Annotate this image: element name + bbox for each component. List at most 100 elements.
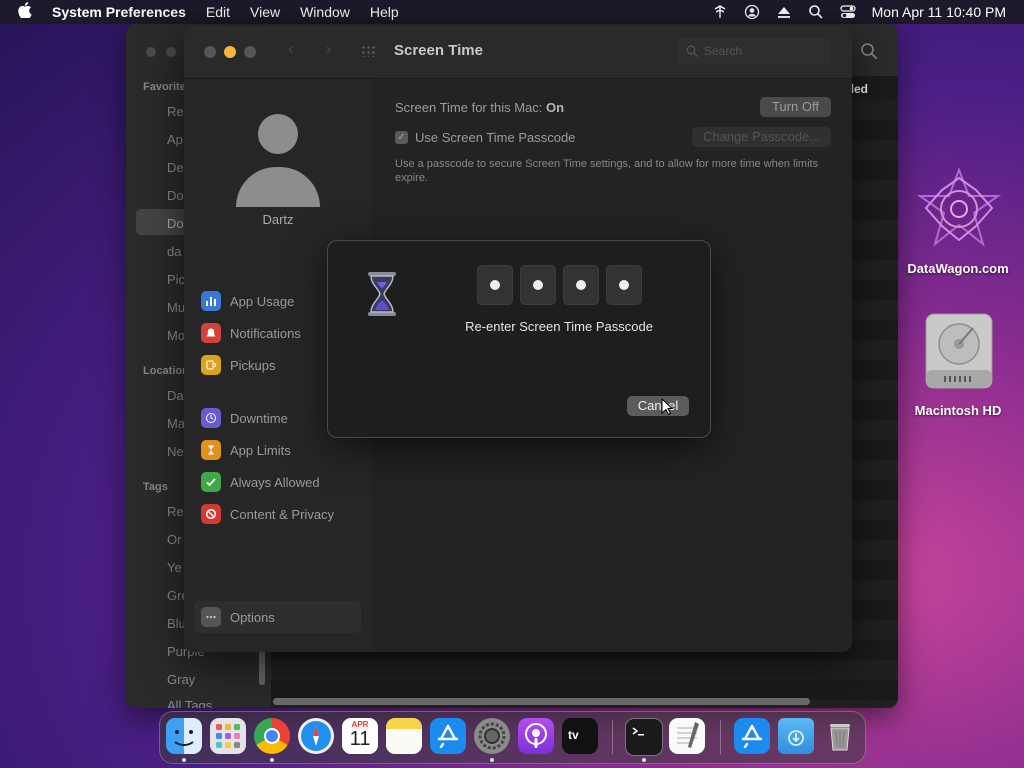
sidebar-item[interactable]: Re <box>167 104 184 119</box>
apple-icon[interactable] <box>18 2 40 22</box>
passcode-digit[interactable] <box>520 265 556 305</box>
horizontal-scrollbar[interactable] <box>273 698 810 705</box>
sidebar-item[interactable]: da <box>167 244 181 259</box>
sidebar-item-label: Downtime <box>230 410 288 426</box>
sidebar-item-label: App Limits <box>230 442 291 458</box>
passcode-description: Use a passcode to secure Screen Time set… <box>395 158 819 184</box>
options-label: Options <box>230 609 275 625</box>
menu-view[interactable]: View <box>250 4 280 20</box>
sidebar-item-notifications[interactable]: Notifications <box>201 322 301 344</box>
menu-clock[interactable]: Mon Apr 11 10:40 PM <box>872 4 1006 20</box>
sidebar-item-pickups[interactable]: Pickups <box>201 354 276 376</box>
passcode-digit[interactable] <box>477 265 513 305</box>
sidebar-tag[interactable]: Blu <box>167 616 186 631</box>
finder-icon[interactable] <box>166 718 202 754</box>
sidebar-item-app-limits[interactable]: App Limits <box>201 439 291 461</box>
apple-tv-icon[interactable]: tv <box>562 718 598 754</box>
column-header[interactable]: led <box>851 82 868 96</box>
sidebar-item[interactable]: Ne <box>167 444 184 459</box>
hourglass-icon <box>201 440 221 460</box>
calendar-day: 11 <box>349 728 371 750</box>
sidebar-item-always-allowed[interactable]: Always Allowed <box>201 471 320 493</box>
search-placeholder: Search <box>704 44 743 58</box>
desktop-icon-label[interactable]: Macintosh HD <box>878 403 1024 418</box>
sidebar-item-label: Notifications <box>230 325 301 341</box>
passcode-checkbox[interactable]: ✓ <box>395 131 408 144</box>
sidebar-item[interactable]: Ap <box>167 132 183 147</box>
show-all-grid-icon[interactable] <box>361 45 377 57</box>
sidebar-item-app-usage[interactable]: App Usage <box>201 290 294 312</box>
passcode-dialog: Re-enter Screen Time Passcode Cancel <box>327 240 711 438</box>
sidebar-item-downtime[interactable]: Downtime <box>201 407 288 429</box>
textedit-icon[interactable] <box>669 718 705 754</box>
search-field[interactable]: Search <box>678 38 830 64</box>
sidebar-tag[interactable]: All Tags... <box>167 698 223 708</box>
sidebar-tag[interactable]: Ye <box>167 560 182 575</box>
sidebar-item[interactable]: Mu <box>167 300 185 315</box>
passcode-digit[interactable] <box>563 265 599 305</box>
minimize-button[interactable] <box>224 46 236 58</box>
system-preferences-icon[interactable] <box>474 718 510 754</box>
minimize-button[interactable] <box>166 47 176 57</box>
passcode-checkbox-label: Use Screen Time Passcode <box>415 130 576 145</box>
ellipsis-icon <box>201 607 221 627</box>
change-passcode-button[interactable]: Change Passcode... <box>692 127 831 147</box>
favorites-header: Favorite <box>143 81 186 93</box>
menu-edit[interactable]: Edit <box>206 4 230 20</box>
sidebar-tag[interactable]: Gray <box>167 672 195 687</box>
eject-icon[interactable] <box>776 4 792 20</box>
sidebar-item-label: App Usage <box>230 293 295 309</box>
app-store-folder-icon[interactable] <box>734 718 770 754</box>
menu-window[interactable]: Window <box>300 4 350 20</box>
turn-off-button[interactable]: Turn Off <box>760 97 831 117</box>
sidebar-item[interactable]: Ma <box>167 416 185 431</box>
safari-icon[interactable] <box>298 718 334 754</box>
close-button[interactable] <box>204 46 216 58</box>
podcasts-icon[interactable] <box>518 718 554 754</box>
tv-label: tv <box>568 728 579 742</box>
sidebar-tag[interactable]: Or <box>167 532 181 547</box>
control-center-icon[interactable] <box>840 4 856 20</box>
launchpad-icon[interactable] <box>210 718 246 754</box>
options-button[interactable]: Options <box>194 601 361 633</box>
sidebar-item[interactable]: Do <box>167 188 184 203</box>
downloads-folder-icon[interactable] <box>778 718 814 754</box>
sidebar-item-content-privacy[interactable]: Content & Privacy <box>201 503 334 525</box>
desktop-icon-label[interactable]: DataWagon.com <box>878 261 1024 276</box>
running-indicator <box>490 758 494 762</box>
avatar[interactable] <box>258 114 298 154</box>
sidebar-scrollbar[interactable] <box>259 649 265 685</box>
chrome-icon[interactable] <box>254 718 290 754</box>
calendar-icon[interactable]: APR 11 <box>342 718 378 754</box>
trash-icon[interactable] <box>822 718 858 754</box>
cancel-button[interactable]: Cancel <box>627 396 689 416</box>
sidebar-item[interactable]: Da <box>167 388 184 403</box>
window-toolbar: ‹ › Screen Time Search <box>184 26 852 79</box>
sidebar-item-selected[interactable]: Do <box>167 216 184 231</box>
menu-app-name[interactable]: System Preferences <box>52 4 186 20</box>
sidebar-item-label: Pickups <box>230 357 276 373</box>
terminal-icon[interactable] <box>625 718 663 756</box>
sidebar-item-label: Content & Privacy <box>230 506 335 522</box>
sidebar-tag[interactable]: Re <box>167 504 184 519</box>
hard-drive-icon[interactable] <box>922 312 996 395</box>
close-button[interactable] <box>146 47 156 57</box>
forward-arrow-icon[interactable]: › <box>326 41 331 59</box>
search-icon[interactable] <box>860 42 878 65</box>
app-store-icon[interactable] <box>430 718 466 754</box>
sidebar-item[interactable]: De <box>167 160 184 175</box>
moon-clock-icon <box>201 408 221 428</box>
passcode-digit[interactable] <box>606 265 642 305</box>
bar-chart-icon <box>201 291 221 311</box>
spotlight-search-icon[interactable] <box>808 4 824 20</box>
vpn-icon[interactable] <box>712 4 728 20</box>
back-arrow-icon[interactable]: ‹ <box>288 41 293 59</box>
datawagon-icon[interactable] <box>916 167 1002 255</box>
menu-help[interactable]: Help <box>370 4 399 20</box>
user-account-icon[interactable] <box>744 4 760 20</box>
zoom-button[interactable] <box>244 46 256 58</box>
sidebar-item[interactable]: Mo <box>167 328 185 343</box>
avatar-body <box>236 167 320 207</box>
notes-icon[interactable] <box>386 718 422 754</box>
sidebar-item[interactable]: Pic <box>167 272 185 287</box>
